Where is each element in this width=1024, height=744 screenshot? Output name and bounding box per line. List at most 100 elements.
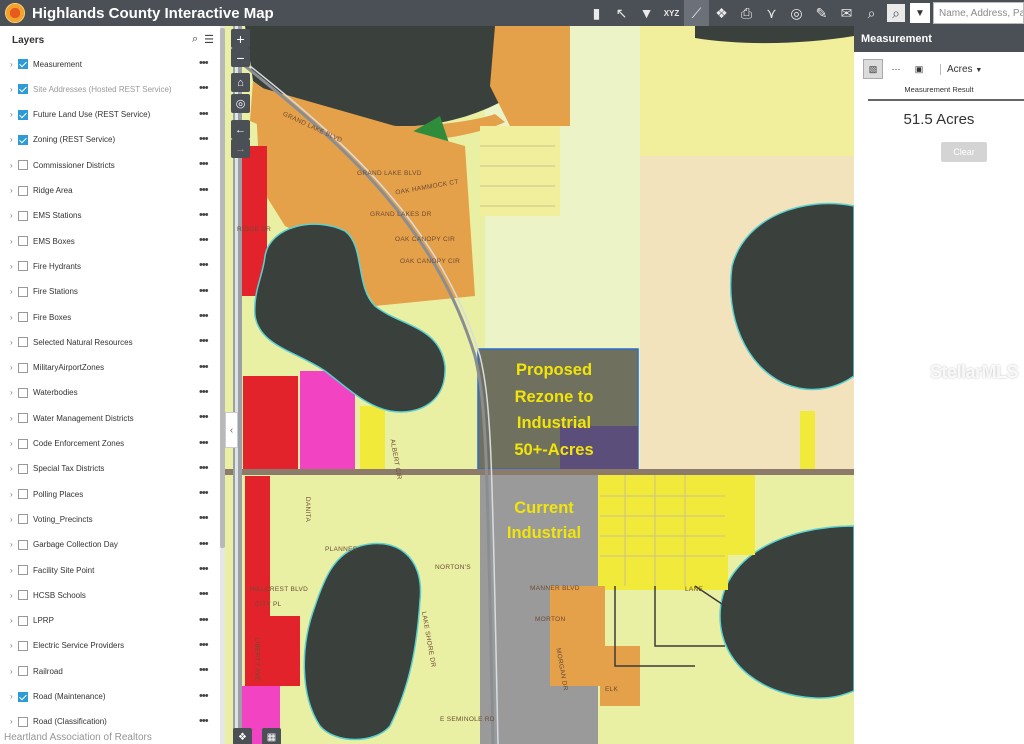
layer-checkbox[interactable]	[18, 261, 28, 272]
chevron-right-icon[interactable]: ›	[10, 110, 13, 119]
layer-item[interactable]: › Ridge Area •••	[0, 181, 222, 201]
layer-checkbox[interactable]	[18, 236, 28, 247]
layer-item[interactable]: › Polling Places •••	[0, 484, 222, 504]
filter-icon[interactable]: ▼	[634, 0, 659, 26]
layer-item[interactable]: › Fire Boxes •••	[0, 307, 222, 327]
chevron-right-icon[interactable]: ›	[10, 161, 13, 170]
chevron-right-icon[interactable]: ›	[10, 388, 13, 397]
layer-item[interactable]: › Facility Site Point •••	[0, 560, 222, 580]
location-measure-icon[interactable]: ▣	[909, 59, 929, 79]
layer-checkbox[interactable]	[18, 565, 28, 575]
more-options-icon[interactable]: •••	[199, 715, 209, 727]
print-icon[interactable]: ⎙	[734, 0, 759, 26]
chevron-right-icon[interactable]: ›	[10, 363, 13, 372]
home-button[interactable]: ⌂	[231, 73, 250, 92]
layer-checkbox[interactable]	[18, 109, 28, 120]
locate-button[interactable]: ◎	[231, 94, 250, 113]
layer-item[interactable]: › MilitaryAirportZones •••	[0, 358, 222, 378]
chevron-right-icon[interactable]: ›	[10, 616, 13, 625]
more-options-icon[interactable]: •••	[199, 133, 209, 145]
draw-icon[interactable]: ✎	[809, 0, 834, 26]
layer-item[interactable]: › Road (Classification) •••	[0, 712, 222, 732]
select-icon[interactable]: ↖	[609, 0, 634, 26]
layer-checkbox[interactable]	[18, 691, 28, 702]
layer-checkbox[interactable]	[18, 716, 28, 727]
layer-item[interactable]: › Water Management Districts •••	[0, 408, 222, 428]
more-options-icon[interactable]: •••	[199, 411, 209, 423]
more-options-icon[interactable]: •••	[199, 184, 209, 196]
search-input[interactable]	[933, 2, 1024, 24]
layer-checkbox[interactable]	[18, 286, 28, 297]
more-options-icon[interactable]: •••	[199, 487, 209, 499]
chevron-right-icon[interactable]: ›	[10, 439, 13, 448]
layer-checkbox[interactable]	[18, 185, 28, 196]
layer-checkbox[interactable]	[18, 362, 28, 373]
chevron-right-icon[interactable]: ›	[10, 186, 13, 195]
chevron-right-icon[interactable]: ›	[10, 287, 13, 296]
chevron-right-icon[interactable]: ›	[10, 641, 13, 650]
layer-item[interactable]: › Fire Hydrants •••	[0, 256, 222, 276]
mail-icon[interactable]: ✉	[834, 0, 859, 26]
layer-item[interactable]: › Garbage Collection Day •••	[0, 535, 222, 555]
layer-checkbox[interactable]	[18, 160, 28, 171]
chevron-right-icon[interactable]: ›	[10, 60, 13, 69]
unit-select[interactable]: Acres ▼	[940, 63, 982, 75]
area-measure-icon[interactable]: ▧	[863, 59, 883, 79]
layer-item[interactable]: › Road (Maintenance) •••	[0, 687, 222, 707]
basemap-toggle-button[interactable]: ❖	[233, 728, 252, 744]
more-options-icon[interactable]: •••	[199, 386, 209, 398]
chevron-right-icon[interactable]: ›	[10, 135, 13, 144]
previous-extent-button[interactable]: ←	[231, 120, 250, 139]
map-view[interactable]: + − ⌂ ◎ ← → ❖ ▦ Proposed Rezone to Indus…	[225, 26, 854, 744]
layer-checkbox[interactable]	[18, 539, 28, 550]
chevron-right-icon[interactable]: ›	[10, 490, 13, 499]
more-options-icon[interactable]: •••	[199, 82, 209, 94]
chevron-right-icon[interactable]: ›	[10, 211, 13, 220]
compass-icon[interactable]: ◎	[784, 0, 809, 26]
search-icon[interactable]: ⌕	[192, 33, 198, 46]
layer-item[interactable]: › HCSB Schools •••	[0, 585, 222, 605]
layer-item[interactable]: › Electric Service Providers •••	[0, 636, 222, 656]
chevron-right-icon[interactable]: ›	[10, 85, 13, 94]
layer-item[interactable]: › Special Tax Districts •••	[0, 459, 222, 479]
more-options-icon[interactable]: •••	[199, 158, 209, 170]
chevron-right-icon[interactable]: ›	[10, 414, 13, 423]
layer-checkbox[interactable]	[18, 514, 28, 525]
more-options-icon[interactable]: •••	[199, 259, 209, 271]
layer-item[interactable]: › Railroad •••	[0, 661, 222, 681]
layer-item[interactable]: › LPRP •••	[0, 611, 222, 631]
layer-item[interactable]: › Selected Natural Resources •••	[0, 332, 222, 352]
more-options-icon[interactable]: •••	[199, 563, 209, 575]
chevron-right-icon[interactable]: ›	[10, 262, 13, 271]
more-options-icon[interactable]: •••	[199, 639, 209, 651]
layer-checkbox[interactable]	[18, 84, 28, 95]
chevron-right-icon[interactable]: ›	[10, 566, 13, 575]
grid-view-button[interactable]: ▦	[262, 728, 281, 744]
more-options-icon[interactable]: •••	[199, 234, 209, 246]
share-icon[interactable]: ⋎	[759, 0, 784, 26]
layer-checkbox[interactable]	[18, 210, 28, 221]
layer-checkbox[interactable]	[18, 59, 28, 69]
more-options-icon[interactable]: •••	[199, 285, 209, 297]
more-options-icon[interactable]: •••	[199, 209, 209, 221]
zoom-in-button[interactable]: +	[231, 29, 250, 48]
more-options-icon[interactable]: •••	[199, 588, 209, 600]
layer-checkbox[interactable]	[18, 134, 28, 145]
layer-item[interactable]: › Site Addresses (Hosted REST Service) •••	[0, 79, 222, 99]
search-dropdown-button[interactable]: ▼	[910, 3, 930, 23]
filter-list-icon[interactable]: ☰	[204, 33, 214, 46]
layer-item[interactable]: › EMS Boxes •••	[0, 231, 222, 251]
chevron-right-icon[interactable]: ›	[10, 692, 13, 701]
clear-button[interactable]: Clear	[941, 142, 987, 162]
more-options-icon[interactable]: •••	[199, 690, 209, 702]
more-options-icon[interactable]: •••	[199, 108, 209, 120]
chevron-right-icon[interactable]: ›	[10, 540, 13, 549]
layer-checkbox[interactable]	[18, 438, 28, 449]
layer-checkbox[interactable]	[18, 337, 28, 348]
chevron-right-icon[interactable]: ›	[10, 667, 13, 676]
more-options-icon[interactable]: •••	[199, 538, 209, 550]
more-options-icon[interactable]: •••	[199, 664, 209, 676]
zoom-out-button[interactable]: −	[231, 48, 250, 67]
chevron-right-icon[interactable]: ›	[10, 464, 13, 473]
layer-item[interactable]: › Code Enforcement Zones •••	[0, 434, 222, 454]
